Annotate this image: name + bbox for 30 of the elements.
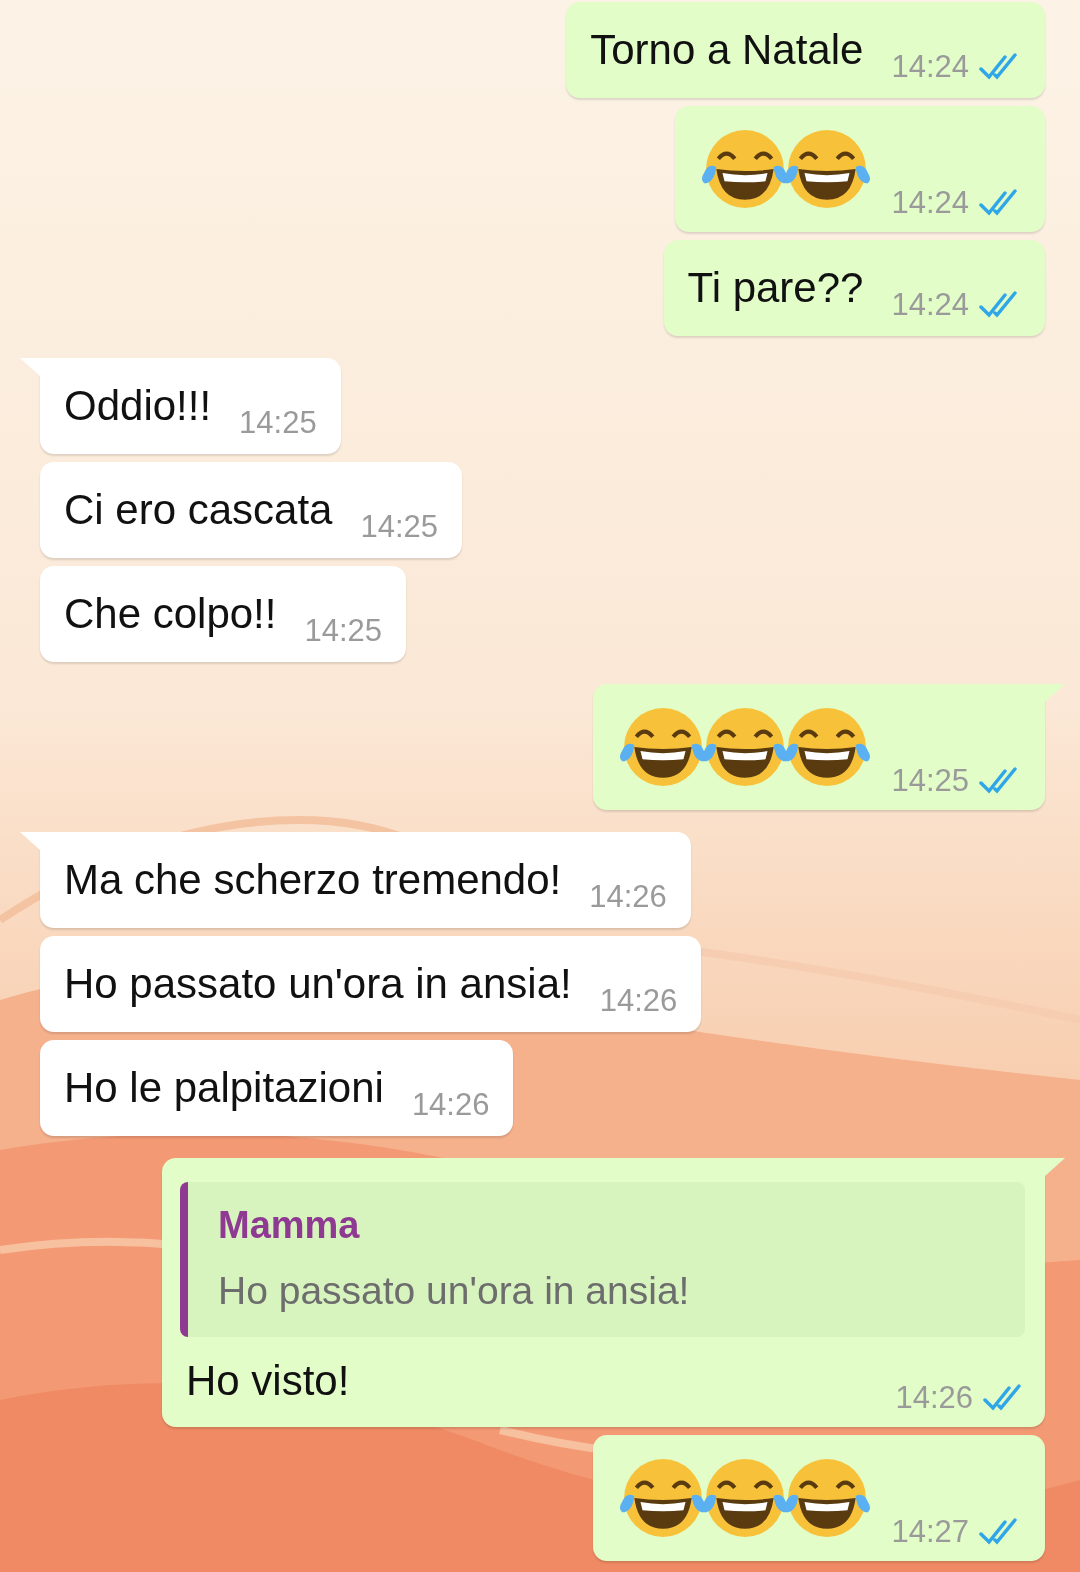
message-text: Torno a Natale bbox=[590, 25, 864, 75]
message-time: 14:24 bbox=[891, 50, 969, 84]
quote-author: Mamma bbox=[218, 1204, 361, 1247]
message-bubble[interactable]: Ti pare?? 14:24 bbox=[663, 240, 1045, 336]
message-time: 14:25 bbox=[360, 510, 439, 544]
message-bubble[interactable]: Ho le palpitazioni 14:26 bbox=[40, 1040, 514, 1136]
message-time: 14:24 bbox=[891, 288, 969, 322]
message-text: Che colpo!! bbox=[64, 589, 277, 639]
message-text: Ti pare?? bbox=[687, 263, 864, 313]
quoted-message[interactable]: Mamma Ho passato un'ora in ansia! bbox=[180, 1182, 1025, 1337]
message-time: 14:27 bbox=[891, 1515, 969, 1549]
message-bubble[interactable]: Torno a Natale 14:24 bbox=[566, 2, 1045, 98]
message-text: Ma che scherzo tremendo! bbox=[64, 855, 562, 905]
message-text: Ci ero cascata bbox=[64, 485, 333, 535]
message-text: Ho visto! bbox=[186, 1356, 350, 1406]
message-time: 14:26 bbox=[895, 1381, 973, 1415]
message-bubble[interactable]: Ho passato un'ora in ansia! 14:26 bbox=[40, 936, 702, 1032]
message-text: Ho le palpitazioni bbox=[64, 1063, 384, 1113]
message-text: Ho passato un'ora in ansia! bbox=[64, 959, 572, 1009]
message-bubble[interactable]: Che colpo!! 14:25 bbox=[40, 566, 407, 662]
message-text: Oddio!!! bbox=[64, 381, 212, 431]
message-time: 14:26 bbox=[589, 880, 667, 914]
message-time: 14:26 bbox=[411, 1088, 490, 1122]
message-time: 14:24 bbox=[891, 186, 969, 220]
message-bubble[interactable]: Ci ero cascata 14:25 bbox=[40, 462, 463, 558]
quote-text: Ho passato un'ora in ansia! bbox=[218, 1269, 691, 1313]
message-time: 14:26 bbox=[599, 984, 678, 1018]
message-time: 14:25 bbox=[239, 406, 317, 440]
message-time: 14:25 bbox=[891, 764, 969, 798]
message-time: 14:25 bbox=[304, 614, 383, 648]
